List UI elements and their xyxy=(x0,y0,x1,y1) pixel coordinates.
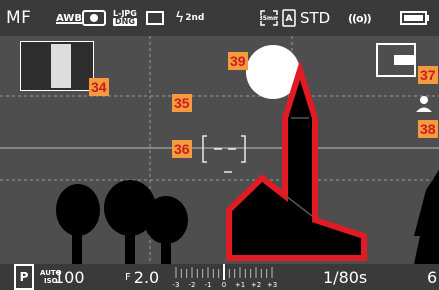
ev-tick-label: -2 xyxy=(189,281,196,289)
callout-34: 34 xyxy=(89,78,109,96)
white-balance-label[interactable]: AWB xyxy=(56,0,82,36)
file-format-indicator[interactable]: L-JPG DNG xyxy=(113,0,137,36)
zoom-area-marker xyxy=(394,55,414,65)
single-frame-icon[interactable] xyxy=(146,0,164,36)
tree-4 xyxy=(414,170,439,264)
exposure-compensation-scale[interactable]: -3 -2 -1 0 +1 +2 +3 xyxy=(170,264,280,290)
ev-tick-label: 0 xyxy=(222,281,226,289)
focus-bracket-left xyxy=(202,135,207,163)
exposure-mode[interactable]: P xyxy=(14,264,34,290)
lens-focal-text: 35mm xyxy=(260,15,278,22)
spot-metering-icon[interactable] xyxy=(82,0,106,36)
histogram-icon xyxy=(20,41,94,91)
focus-bracket-right xyxy=(241,135,246,163)
aperture[interactable]: F 2.0 xyxy=(125,264,159,290)
histogram-bars xyxy=(51,44,71,88)
ev-tick-label: +3 xyxy=(267,281,277,289)
callout-36: 36 xyxy=(172,140,192,158)
ev-tick-label: -1 xyxy=(205,281,212,289)
wifi-icon[interactable]: ((o)) xyxy=(348,0,372,36)
focus-mode-label[interactable]: MF xyxy=(6,0,31,36)
bottom-exposure-bar: P AUTO ISO 100 F 2.0 -3 -2 -1 0 +1 +2 +3 1/80s … xyxy=(0,264,439,290)
tree-3-trunk xyxy=(161,236,171,264)
focus-field xyxy=(202,135,246,173)
format-dng-label: DNG xyxy=(113,17,137,26)
callout-35: 35 xyxy=(172,94,192,112)
aperture-value: 2.0 xyxy=(133,267,160,287)
face-detection-icon xyxy=(416,96,432,112)
aperture-prefix: F xyxy=(125,271,131,283)
battery-icon xyxy=(400,0,430,36)
film-mode-label[interactable]: STD xyxy=(300,0,330,36)
ev-tick-label: -3 xyxy=(173,281,180,289)
frames-remaining: 6 xyxy=(427,267,438,287)
focus-aid-indicator[interactable]: A xyxy=(282,0,296,36)
lens-frame-icon: 35mm xyxy=(260,10,278,26)
church-silhouette xyxy=(226,59,367,261)
callout-39: 39 xyxy=(228,52,248,70)
shutter-speed[interactable]: 1/80s xyxy=(323,264,367,290)
lens-focal-label[interactable]: 35mm xyxy=(260,0,278,36)
flash-indicator[interactable]: ϟ 2nd xyxy=(175,0,204,36)
ev-tick-label: +1 xyxy=(235,281,245,289)
callout-37: 37 xyxy=(418,66,438,84)
top-status-bar: MF AWB L-JPG DNG ϟ 2nd 35mm A STD ((o)) xyxy=(0,0,439,36)
flash-mode-label: 2nd xyxy=(185,13,205,23)
tree-1-trunk xyxy=(72,228,82,264)
callout-38: 38 xyxy=(418,120,438,138)
flash-icon: ϟ xyxy=(175,10,185,26)
iso-value[interactable]: 100 xyxy=(54,264,85,290)
ev-tick-label: +2 xyxy=(251,281,261,289)
tree-2-trunk xyxy=(125,228,135,264)
focus-aid-text: A xyxy=(286,14,293,24)
